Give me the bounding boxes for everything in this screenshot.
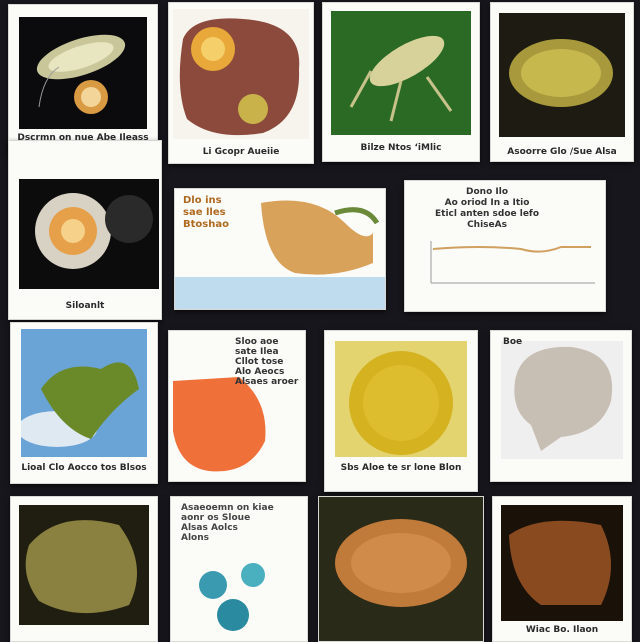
anatomy-image — [261, 200, 379, 275]
tile-anatomy-diagram[interactable]: Dlo ins sae lles Btoshao — [174, 188, 386, 310]
coral-blob-image — [335, 519, 467, 607]
tile-caption: Sbs Aloe te sr lone Blon — [340, 463, 462, 473]
tile-mesh-shape[interactable] — [10, 496, 158, 642]
tile-caption: Li Gcopr Aueiie — [202, 147, 280, 157]
tile-skull-scan[interactable]: Boe — [490, 330, 632, 482]
tile-coral-blob[interactable] — [318, 496, 484, 642]
sky-creature-image — [21, 329, 147, 457]
tile-line-chart[interactable]: Dono Ilo Ao oriod In a Itio Eticl anten … — [404, 180, 606, 312]
yellow-sphere-image — [335, 341, 467, 457]
tile-caption: Dlo ins sae lles Btoshao — [183, 195, 229, 230]
tile-caption: Wiac Bo. Ilaon — [525, 625, 599, 635]
skull-scan-image — [501, 341, 623, 459]
yellow-lattice-image — [499, 13, 625, 137]
tile-organ-blob[interactable]: Li Gcopr Aueiie — [168, 2, 314, 164]
tile-yellow-lattice[interactable]: Asoorre Glo /Sue Alsa — [490, 2, 634, 162]
green-specimen-image — [331, 11, 471, 135]
orange-slice-image — [173, 377, 266, 472]
tile-caption: Asaeoemn on kiae aonr os Sloue Alsas Aol… — [181, 503, 274, 543]
mesh-shape-image — [19, 505, 149, 625]
tile-caption: Siloanlt — [65, 301, 105, 311]
tile-glowing-cell[interactable]: Dscrmn on nue Abe Ileass — [8, 4, 158, 156]
spiky-sphere-image — [19, 179, 159, 289]
tile-spiky-sphere[interactable]: Siloanlt — [8, 140, 162, 320]
organ-blob-image — [173, 9, 309, 139]
molecule-image — [199, 563, 265, 631]
tile-sky-creature[interactable]: Lioal Clo Aocco tos Blsos — [10, 322, 158, 484]
tile-orange-slice[interactable]: Sloo aoe sate Ilea Cllot tose Alo Aeocs … — [168, 330, 306, 482]
line-chart-image — [430, 241, 595, 284]
tile-caption: Asoorre Glo /Sue Alsa — [507, 147, 617, 157]
tile-yellow-sphere[interactable]: Sbs Aloe te sr lone Blon — [324, 330, 478, 492]
tile-caption: Dono Ilo Ao oriod In a Itio Eticl anten … — [435, 187, 540, 230]
tile-brown-mesh[interactable]: Wiac Bo. Ilaon — [492, 496, 632, 642]
water-band — [175, 277, 385, 309]
tile-caption: Sloo aoe sate Ilea Cllot tose Alo Aeocs … — [235, 337, 299, 387]
glowing-cell-image — [19, 17, 147, 129]
tile-caption: Lioal Clo Aocco tos Blsos — [21, 463, 147, 473]
tile-molecule-poster[interactable]: Asaeoemn on kiae aonr os Sloue Alsas Aol… — [170, 496, 308, 642]
brown-mesh-image — [501, 505, 623, 621]
collage-background: { "tiles": [ {"caption": "Dscrmn on nue\… — [0, 0, 640, 642]
tile-caption: Boe — [503, 337, 523, 347]
tile-caption: Bilze Ntos ‘iMlic — [360, 143, 442, 153]
tile-green-specimen[interactable]: Bilze Ntos ‘iMlic — [322, 2, 480, 162]
